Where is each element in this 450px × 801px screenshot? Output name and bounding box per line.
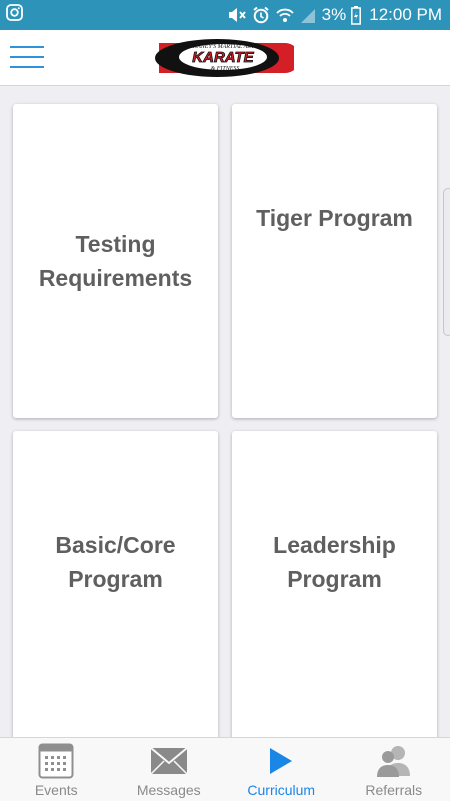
logo-bottom-text: & FITNESS xyxy=(211,66,240,72)
tab-events[interactable]: Events xyxy=(0,738,113,801)
scroll-handle[interactable] xyxy=(443,188,450,336)
tab-label: Curriculum xyxy=(247,782,315,798)
play-icon xyxy=(268,743,294,779)
card-title: Basic/Core Program xyxy=(45,528,185,596)
clock: 12:00 PM xyxy=(369,5,442,25)
hamburger-menu-icon[interactable] xyxy=(8,42,46,72)
envelope-icon xyxy=(150,743,188,779)
wifi-icon xyxy=(275,6,295,24)
tab-label: Referrals xyxy=(365,782,422,798)
card-title: Tiger Program xyxy=(246,201,423,235)
instagram-icon xyxy=(6,4,23,26)
card-tiger-program[interactable]: Tiger Program xyxy=(232,104,437,418)
signal-icon xyxy=(300,7,316,24)
card-testing-requirements[interactable]: Testing Requirements xyxy=(13,104,218,418)
tab-referrals[interactable]: Referrals xyxy=(338,738,450,801)
app-header: CHANEY'S MARTIAL ARTS KARATE & FITNESS xyxy=(0,30,450,86)
battery-percentage: 3% xyxy=(322,5,347,25)
card-title: Leadership Program xyxy=(263,528,406,596)
tab-messages[interactable]: Messages xyxy=(113,738,226,801)
battery-icon xyxy=(351,6,361,25)
status-bar: 3% 12:00 PM xyxy=(0,0,450,30)
card-basic-core-program[interactable]: Basic/Core Program xyxy=(13,431,218,751)
bottom-tab-bar: Events Messages Curriculum xyxy=(0,737,450,801)
tab-label: Messages xyxy=(137,782,201,798)
card-leadership-program[interactable]: Leadership Program xyxy=(232,431,437,751)
calendar-icon xyxy=(38,743,74,779)
logo-main-text: KARATE xyxy=(192,49,254,66)
tab-label: Events xyxy=(35,782,78,798)
karate-logo: CHANEY'S MARTIAL ARTS KARATE & FITNESS xyxy=(153,37,294,79)
card-title: Testing Requirements xyxy=(29,227,202,295)
people-icon xyxy=(376,743,412,779)
mute-icon xyxy=(227,6,247,24)
tab-curriculum[interactable]: Curriculum xyxy=(225,738,338,801)
alarm-icon xyxy=(252,6,270,24)
